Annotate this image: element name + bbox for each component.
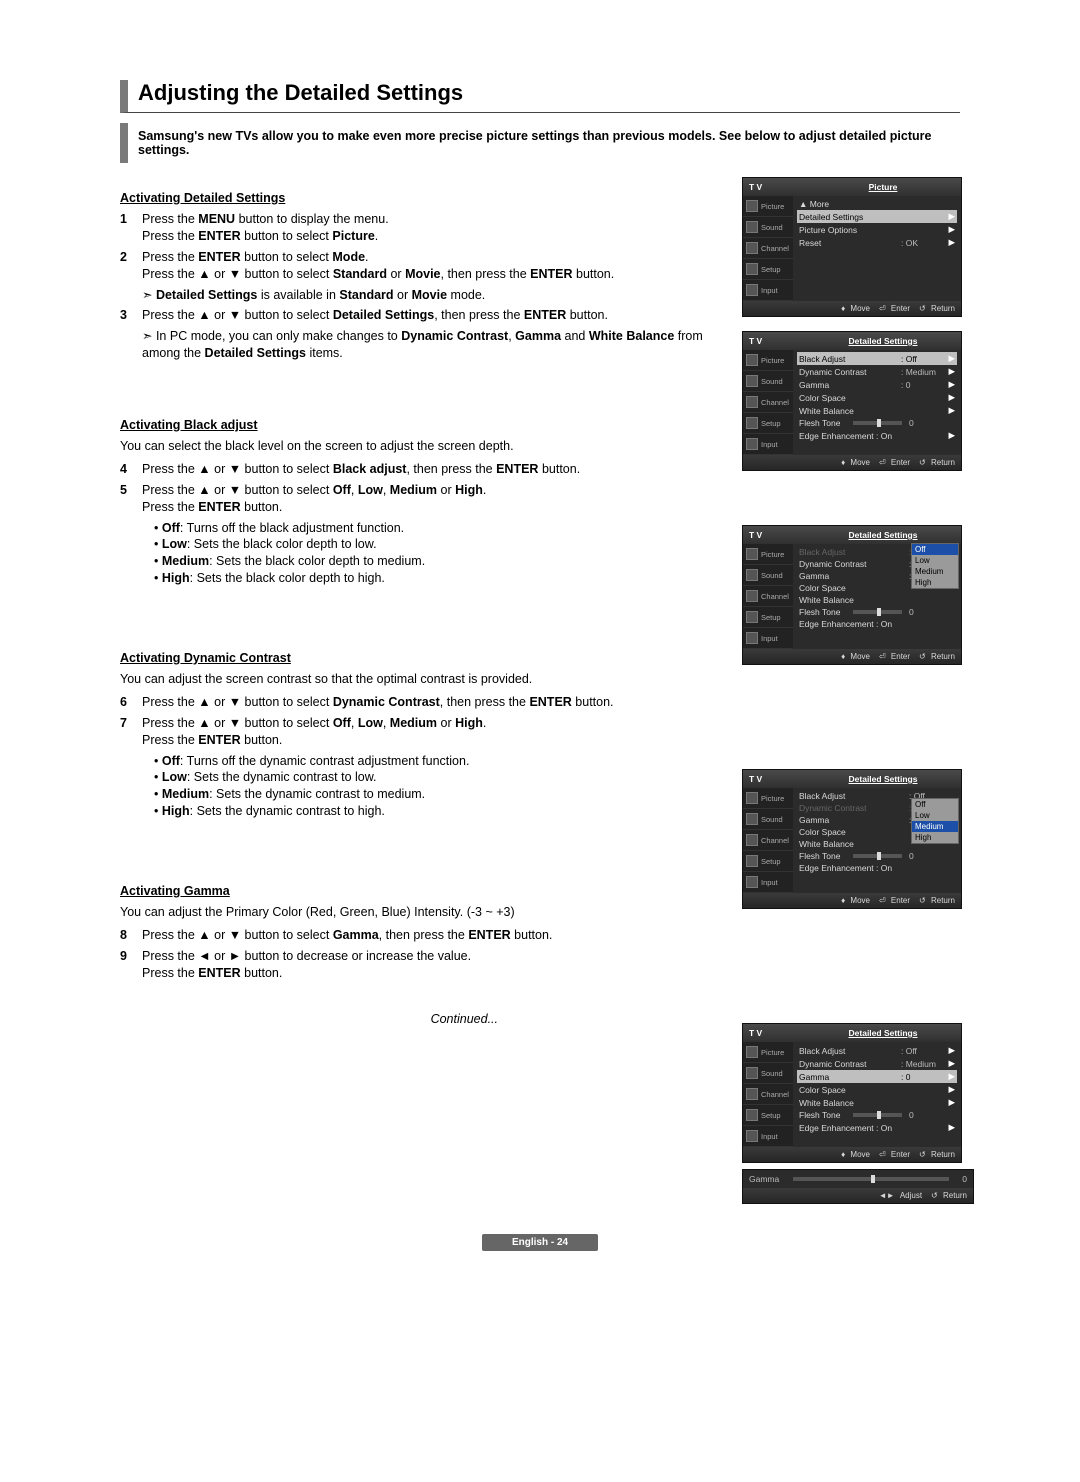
step-number: 9 (120, 948, 142, 982)
osd-option[interactable]: High (912, 832, 958, 843)
note-text: In PC mode, you can only make changes to… (142, 328, 728, 362)
osd-item[interactable]: Dynamic Contrast (799, 367, 898, 377)
bullet: Low: Sets the black color depth to low. (154, 536, 728, 553)
picture-icon (746, 200, 758, 212)
page-footer: English - 24 (482, 1234, 598, 1251)
osd-detailed-settings: T VDetailed Settings Picture Sound Chann… (742, 331, 962, 471)
step-number: 1 (120, 211, 142, 245)
section-desc: You can adjust the Primary Color (Red, G… (120, 904, 728, 921)
osd-item[interactable]: White Balance (799, 406, 947, 416)
osd-option[interactable]: Off (912, 544, 958, 555)
step-text: Press the ◄ or ► button to decrease or i… (142, 949, 471, 980)
section-desc: You can adjust the screen contrast so th… (120, 671, 728, 688)
step-text: Press the ▲ or ▼ button to select Gamma,… (142, 928, 552, 942)
osd-option[interactable]: Low (912, 810, 958, 821)
step-text: Press the ▲ or ▼ button to select Off, L… (142, 483, 486, 514)
osd-option-list: Off Low Medium High (911, 798, 959, 844)
step-text: Press the ▲ or ▼ button to select Dynami… (142, 695, 614, 709)
osd-black-adjust: T VDetailed Settings Picture Sound Chann… (742, 525, 962, 665)
input-icon (746, 284, 758, 296)
osd-option-list: Off Low Medium High (911, 543, 959, 589)
sound-icon (746, 221, 758, 233)
bullet: Off: Turns off the black adjustment func… (154, 520, 728, 537)
osd-dynamic-contrast: T VDetailed Settings Picture Sound Chann… (742, 769, 962, 909)
gamma-value: 0 (953, 1174, 967, 1184)
step-text: Press the MENU button to display the men… (142, 212, 389, 243)
slider-icon[interactable] (853, 421, 903, 425)
osd-item[interactable]: ▲ More (799, 199, 955, 209)
osd-gamma: T VDetailed Settings Picture Sound Chann… (742, 1023, 962, 1163)
step-number: 8 (120, 927, 142, 944)
osd-hint: ♦ Move (838, 304, 870, 313)
osd-sidebar: Picture Sound Channel Setup Input (743, 196, 793, 301)
slider-icon[interactable] (793, 1177, 949, 1181)
step-text: Press the ▲ or ▼ button to select Detail… (142, 308, 608, 322)
osd-item[interactable]: Color Space (799, 393, 947, 403)
osd-hint: ↺ Return (916, 304, 955, 313)
osd-option[interactable]: Off (912, 799, 958, 810)
osd-title: Picture (805, 178, 961, 196)
step-number: 4 (120, 461, 142, 478)
continued-text: Continued... (120, 1012, 728, 1026)
step-number: 2 (120, 249, 142, 283)
osd-item[interactable]: Flesh Tone (799, 418, 849, 428)
section-head-dynamic: Activating Dynamic Contrast (120, 651, 728, 665)
osd-title: Detailed Settings (805, 332, 961, 350)
step-text: Press the ▲ or ▼ button to select Black … (142, 462, 580, 476)
osd-option[interactable]: Medium (912, 566, 958, 577)
note-text: Detailed Settings is available in Standa… (142, 287, 728, 304)
bullet: High: Sets the dynamic contrast to high. (154, 803, 728, 820)
osd-hint: ⏎ Enter (876, 304, 910, 313)
channel-icon (746, 242, 758, 254)
osd-gamma-adjust: Gamma 0 ◄► Adjust↺ Return (742, 1169, 974, 1204)
bullet: Medium: Sets the dynamic contrast to med… (154, 786, 728, 803)
osd-option[interactable]: Medium (912, 821, 958, 832)
intro-text: Samsung's new TVs allow you to make even… (120, 123, 960, 163)
osd-picture-menu: T VPicture Picture Sound Channel Setup I… (742, 177, 962, 317)
osd-item[interactable]: Reset (799, 238, 898, 248)
step-number: 7 (120, 715, 142, 749)
step-text: Press the ENTER button to select Mode.Pr… (142, 250, 614, 281)
bullet: Low: Sets the dynamic contrast to low. (154, 769, 728, 786)
step-number: 3 (120, 307, 142, 324)
osd-item[interactable]: Gamma (799, 380, 898, 390)
osd-option[interactable]: High (912, 577, 958, 588)
osd-item-selected[interactable]: Black Adjust (799, 354, 898, 364)
gamma-label: Gamma (749, 1174, 789, 1184)
osd-tv-label: T V (743, 178, 805, 196)
osd-item-selected[interactable]: Gamma (799, 1072, 898, 1082)
section-head-gamma: Activating Gamma (120, 884, 728, 898)
page-title: Adjusting the Detailed Settings (138, 80, 960, 106)
step-number: 6 (120, 694, 142, 711)
section-head-detailed: Activating Detailed Settings (120, 191, 728, 205)
step-number: 5 (120, 482, 142, 516)
section-desc: You can select the black level on the sc… (120, 438, 728, 455)
osd-option[interactable]: Low (912, 555, 958, 566)
bullet: High: Sets the black color depth to high… (154, 570, 728, 587)
osd-item[interactable]: Picture Options (799, 225, 947, 235)
osd-item[interactable]: Edge Enhancement : On (799, 431, 947, 441)
section-head-black: Activating Black adjust (120, 418, 728, 432)
osd-item-selected[interactable]: Detailed Settings (799, 212, 947, 222)
bullet: Off: Turns off the dynamic contrast adju… (154, 753, 728, 770)
step-text: Press the ▲ or ▼ button to select Off, L… (142, 716, 486, 747)
bullet: Medium: Sets the black color depth to me… (154, 553, 728, 570)
setup-icon (746, 263, 758, 275)
